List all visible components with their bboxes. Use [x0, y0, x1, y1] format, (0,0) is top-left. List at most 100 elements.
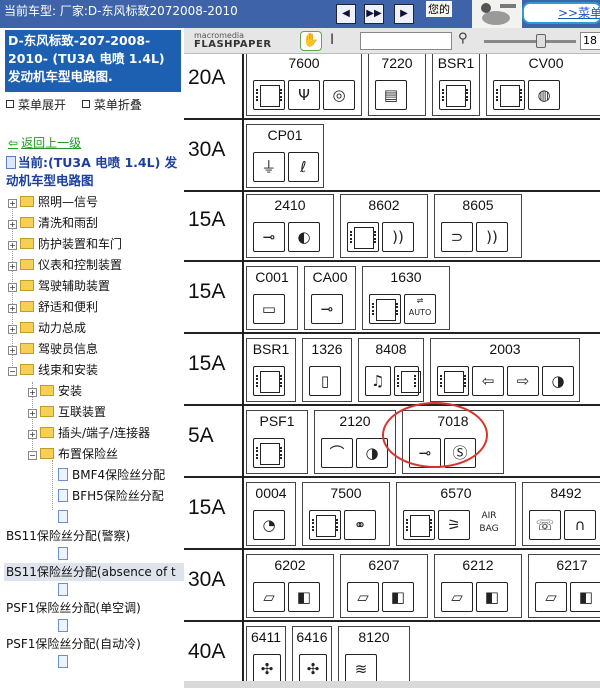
expand-icon[interactable]: +	[8, 199, 17, 208]
doc-item-blank[interactable]	[58, 508, 72, 526]
circuit-code: 8492	[550, 485, 582, 501]
circuit-code: 7500	[330, 485, 362, 501]
expand-icon[interactable]: +	[8, 325, 17, 334]
folder-icon	[20, 238, 34, 249]
nav-prev-button[interactable]: ◀	[336, 4, 356, 24]
fuse-rating: 15A	[188, 208, 226, 231]
tree-item-powertrain[interactable]: + 动力总成	[8, 319, 86, 337]
tree-item-wipers[interactable]: + 清洗和雨刮	[8, 214, 98, 232]
expand-icon[interactable]: +	[8, 241, 17, 250]
circuit-code: 8605	[462, 197, 494, 213]
tree-item-fuse-layout[interactable]: − 布置保险丝	[28, 445, 118, 463]
circuit-box: BSR1	[432, 54, 480, 116]
circuit-code: 1326	[311, 341, 343, 357]
socket-icon: ▭	[253, 294, 285, 324]
doc-item-bs11-absence[interactable]: BS11保险丝分配(absence of t	[4, 563, 184, 581]
window-icon: ▱	[347, 582, 379, 612]
zoom-slider-track[interactable]	[484, 40, 576, 43]
relay-icon	[347, 222, 379, 252]
tree-item-driver-info[interactable]: + 驾驶员信息	[8, 340, 98, 358]
document-icon	[58, 468, 68, 481]
folder-icon	[20, 301, 34, 312]
tree-item-install[interactable]: + 安装	[28, 382, 82, 400]
auto-gearbox-icon: ⇌ AUTO	[404, 294, 436, 324]
expand-menu-button[interactable]: 菜单展开	[6, 98, 72, 112]
row-divider	[184, 332, 600, 334]
hand-tool-icon[interactable]: ✋	[300, 31, 322, 51]
collapse-menu-button[interactable]: 菜单折叠	[81, 98, 148, 112]
sensor-icon: ))	[382, 222, 414, 252]
expand-icon[interactable]: +	[8, 346, 17, 355]
circuit-box: 8120 ≋	[338, 626, 410, 688]
circuit-code: 6212	[462, 557, 494, 573]
greeting-text: 您的	[426, 1, 452, 17]
tree-item-comfort[interactable]: + 舒适和便利	[8, 298, 98, 316]
wheel-icon: ◍	[528, 80, 560, 110]
fuse-rating: 30A	[188, 138, 226, 161]
rear-defrost-icon: ≋	[345, 654, 377, 684]
expand-icon[interactable]: +	[8, 220, 17, 229]
tree-item-harness[interactable]: − 线束和安装	[8, 361, 98, 379]
doc-item-psf1-single-ac[interactable]: PSF1保险丝分配(单空调)	[6, 599, 141, 617]
expand-icon[interactable]: +	[28, 409, 37, 418]
arrow-right-icon: ⇨	[507, 366, 539, 396]
tree-item-instruments[interactable]: + 仪表和控制装置	[8, 256, 122, 274]
window-2-icon: ◧	[288, 582, 320, 612]
expand-icon[interactable]: +	[28, 430, 37, 439]
tree-item-interconnect[interactable]: + 互联装置	[28, 403, 106, 421]
circuit-box: 8408 ♫	[358, 338, 424, 402]
zoom-slider-handle[interactable]	[536, 34, 546, 48]
circuit-box: 6217 ▱ ◧	[528, 554, 600, 618]
doc-item-bmf4[interactable]: BMF4保险丝分配	[58, 466, 165, 484]
expand-icon[interactable]: +	[28, 388, 37, 397]
horizontal-scrollbar[interactable]	[184, 681, 600, 688]
fan-icon: ✣	[299, 654, 327, 684]
tree-item-driver-assist[interactable]: + 驾驶辅助装置	[8, 277, 110, 295]
fuse-diagram-page: 20A 7600 Ψ ◎ 7220 ▤ BSR1 CV00 ◍ 30A CP01 ⏚ ℓ 15A 2410 ⊸…	[184, 54, 600, 688]
antenna-icon: Ψ	[288, 80, 320, 110]
sensor-icon: ))	[476, 222, 508, 252]
doc-item-bs11-police[interactable]: BS11保险丝分配(警察)	[6, 527, 130, 545]
circuit-box: CV00 ◍	[486, 54, 600, 116]
back-link[interactable]: ⇦ 返回上一级	[8, 134, 81, 151]
collapse-icon[interactable]: −	[8, 367, 17, 376]
doc-item-psf1-auto-ac[interactable]: PSF1保险丝分配(自动冷)	[6, 635, 141, 653]
document-viewport[interactable]: 20A 7600 Ψ ◎ 7220 ▤ BSR1 CV00 ◍ 30A CP01 ⏚ ℓ 15A 2410 ⊸…	[184, 54, 600, 688]
collapse-icon[interactable]: −	[28, 451, 37, 460]
expand-icon[interactable]: +	[8, 262, 17, 271]
fuse-rating: 20A	[188, 66, 226, 89]
expand-icon[interactable]: +	[8, 304, 17, 313]
relay-switch-icon: ⊸	[253, 222, 285, 252]
airbag-label: AIR BAG	[479, 511, 499, 534]
row-divider	[184, 476, 600, 478]
search-input[interactable]	[360, 32, 452, 50]
circuit-box: 6416 ✣	[292, 626, 332, 688]
gauge-icon: ◔	[253, 510, 285, 540]
doc-item-bfh5[interactable]: BFH5保险丝分配	[58, 487, 164, 505]
nav-pause-button[interactable]: ▶▶	[364, 4, 384, 24]
tree-item-protection[interactable]: + 防护装置和车门	[8, 235, 122, 253]
text-select-icon[interactable]: I	[330, 32, 334, 48]
menu-link[interactable]: >>菜单	[522, 2, 600, 24]
horn-icon: ⊃	[441, 222, 473, 252]
tree-item-lighting[interactable]: + 照明—信号	[8, 193, 98, 211]
circuit-code: BSR1	[437, 55, 475, 71]
airbag-icon: AIR BAG	[473, 510, 505, 540]
circuit-code: 6207	[368, 557, 400, 573]
flashpaper-toolbar: macromedia FLASHPAPER ✋ I ⚲ 18	[184, 28, 600, 54]
tree-item-connectors[interactable]: + 插头/端子/连接器	[28, 424, 150, 442]
current-item: 当前:(TU3A 电喷 1.4L) 发动机车型电路图	[6, 155, 178, 188]
expand-icon[interactable]: +	[8, 283, 17, 292]
circuit-box: 6570 ⚞ AIR BAG	[396, 482, 516, 546]
circuit-box: 7500 ⚭	[302, 482, 390, 546]
window-icon: ▱	[441, 582, 473, 612]
window-icon: ▱	[535, 582, 567, 612]
menu-toggle-row: 菜单展开 菜单折叠	[6, 96, 154, 113]
mascot-image	[472, 0, 522, 28]
nav-next-button[interactable]: ▶	[394, 4, 414, 24]
zoom-input[interactable]: 18	[580, 32, 600, 50]
document-icon	[58, 547, 68, 560]
magnifier-icon[interactable]: ⚲	[458, 31, 468, 46]
document-icon	[58, 489, 68, 502]
fan-icon: ✣	[253, 654, 281, 684]
